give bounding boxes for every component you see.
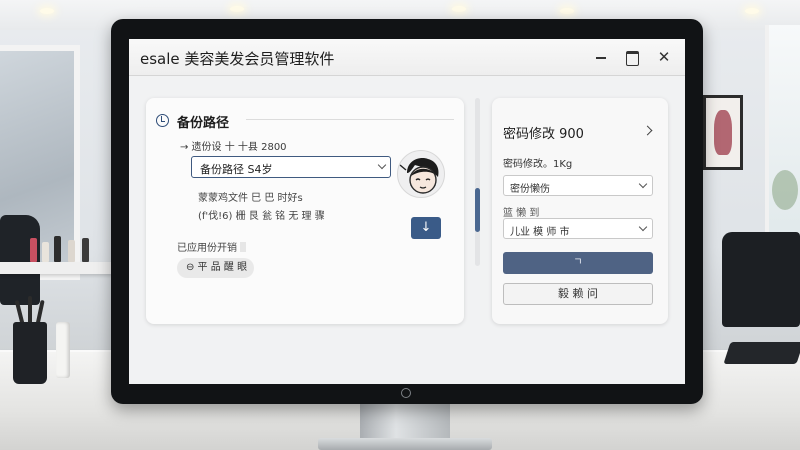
backup-status: 已应用份开销 [177, 239, 246, 254]
wall-picture-frame [703, 95, 743, 170]
salon-shelf [0, 262, 112, 274]
chevron-down-icon [377, 160, 387, 170]
ceiling-light [560, 8, 574, 14]
product-bottle [54, 236, 61, 262]
monitor-logo-icon [401, 388, 411, 398]
role-field-label: 篮 懒 到 [503, 208, 540, 219]
password-section-title: 密码修改 900 [503, 127, 584, 142]
backup-note: 蒙蒙鸡文件 巳 巴 时好s [198, 193, 303, 204]
password-select[interactable]: 密份懒伤 [503, 175, 653, 196]
secondary-button[interactable]: 毅 赖 问 [503, 283, 653, 305]
password-select-value: 密份懒伤 [510, 184, 550, 195]
scrollbar-track[interactable] [475, 98, 480, 266]
app-window: esale 美容美发会员管理软件 ✕ 备份路径 → 遗份设 十 十县 2800 … [129, 39, 685, 384]
scrollbar-thumb[interactable] [475, 188, 480, 232]
app-title: esale 美容美发会员管理软件 [140, 50, 335, 68]
salon-chair [722, 232, 800, 327]
ceiling-light [745, 8, 759, 14]
backup-section-title: 备份路径 [177, 116, 230, 131]
download-button[interactable]: ↓ [411, 217, 441, 239]
brush-cup [13, 322, 47, 384]
section-divider [246, 119, 454, 120]
product-bottle [30, 238, 37, 262]
password-panel: 密码修改 900 密码修改。1Kg 密份懒伤 篮 懒 到 儿业 模 师 市 ㄱ … [492, 98, 668, 324]
window-tree [772, 170, 798, 210]
ceiling-light [230, 6, 244, 12]
user-avatar-icon [397, 150, 445, 198]
monitor: esale 美容美发会员管理软件 ✕ 备份路径 → 遗份设 十 十县 2800 … [111, 19, 703, 404]
keyboard [723, 342, 800, 364]
product-bottle [82, 238, 89, 262]
close-icon[interactable]: ✕ [655, 48, 673, 66]
password-field-label: 密码修改。1Kg [503, 159, 573, 170]
monitor-stand-base [318, 438, 492, 450]
cosmetic-tube [56, 322, 70, 378]
ceiling-light [40, 8, 54, 14]
chevron-down-icon [638, 179, 648, 189]
chevron-right-icon[interactable] [642, 125, 653, 136]
restore-button[interactable]: ⊖ 平 品 醒 眼 [177, 258, 254, 278]
minimize-icon[interactable] [592, 48, 610, 66]
backup-path-select[interactable]: 备份路径 S4岁 [191, 156, 391, 178]
confirm-button[interactable]: ㄱ [503, 252, 653, 274]
role-select-value: 儿业 模 师 市 [510, 227, 570, 238]
chevron-down-icon [638, 222, 648, 232]
title-bar: esale 美容美发会员管理软件 ✕ [129, 39, 685, 76]
backup-note: (f'伐!6) 栅 艮 瓮 铭 无 理 骤 [198, 211, 325, 222]
backup-panel: 备份路径 → 遗份设 十 十县 2800 备份路径 S4岁 蒙蒙鸡文件 巳 巴 … [146, 98, 464, 324]
role-select[interactable]: 儿业 模 师 市 [503, 218, 653, 239]
ceiling-light [452, 6, 466, 12]
product-bottle [68, 240, 75, 262]
clock-icon [156, 114, 169, 127]
backup-path-value: 备份路径 S4岁 [200, 163, 273, 176]
backup-info-line: → 遗份设 十 十县 2800 [180, 142, 287, 153]
maximize-icon[interactable] [623, 48, 641, 66]
salon-window [765, 25, 800, 255]
product-bottle [42, 242, 49, 262]
